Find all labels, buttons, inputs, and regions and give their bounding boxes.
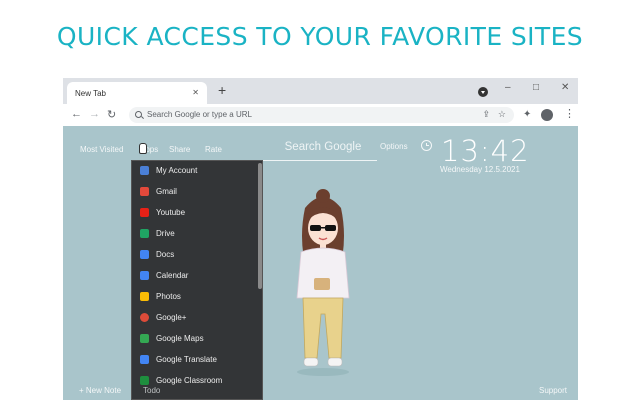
tab-new-tab[interactable]: New Tab ✕ [67, 82, 207, 104]
back-icon[interactable]: ← [71, 108, 82, 120]
rate-link[interactable]: Rate [205, 145, 222, 154]
app-label: Google Maps [156, 334, 204, 343]
app-my-account[interactable]: My Account [132, 161, 258, 181]
docs-icon [140, 250, 149, 259]
app-google-plus[interactable]: Google+ [132, 308, 258, 328]
app-calendar[interactable]: Calendar [132, 266, 258, 286]
app-label: Calendar [156, 271, 189, 280]
app-label: Youtube [156, 208, 186, 217]
todo-button[interactable]: Todo [143, 386, 160, 395]
new-tab-page: Most Visited Apps Share Rate Search Goog… [63, 126, 578, 400]
search-underline [263, 160, 377, 161]
profile-icon[interactable] [541, 109, 553, 121]
app-label: Google Classroom [156, 376, 223, 385]
address-bar-placeholder: Search Google or type a URL [147, 110, 252, 119]
drive-icon [140, 229, 149, 238]
search-icon [135, 111, 142, 118]
app-label: Google Translate [156, 355, 217, 364]
clock-icon[interactable] [421, 140, 432, 151]
new-note-button[interactable]: + New Note [79, 386, 121, 395]
app-google-maps[interactable]: Google Maps [132, 329, 258, 349]
app-label: Docs [156, 250, 175, 259]
tab-close-icon[interactable]: ✕ [192, 88, 199, 97]
forward-icon[interactable]: → [89, 108, 100, 120]
app-label: Gmail [156, 187, 177, 196]
share-link[interactable]: Share [169, 145, 190, 154]
google-plus-icon [140, 313, 149, 322]
address-bar[interactable]: Search Google or type a URL ⇪ ☆ [129, 107, 514, 123]
headline: QUICK ACCESS TO YOUR FAVORITE SITES [56, 22, 584, 51]
maximize-button[interactable]: □ [533, 82, 539, 93]
account-icon [140, 166, 149, 175]
tab-title: New Tab [75, 89, 106, 98]
calendar-icon [140, 271, 149, 280]
app-youtube[interactable]: Youtube [132, 203, 258, 223]
clock-date: Wednesday 12.5.2021 [440, 165, 520, 174]
more-icon[interactable]: ⋮ [564, 107, 575, 120]
browser-window: New Tab ✕ + – □ ✕ ← → ↻ Search Google or… [63, 78, 578, 400]
hand-cursor-icon [139, 143, 147, 154]
support-link[interactable]: Support [539, 386, 567, 395]
options-link[interactable]: Options [380, 142, 408, 151]
close-window-button[interactable]: ✕ [561, 82, 569, 93]
app-gmail[interactable]: Gmail [132, 182, 258, 202]
app-label: Google+ [156, 313, 187, 322]
tab-search-icon[interactable] [478, 87, 488, 97]
most-visited-link[interactable]: Most Visited [80, 145, 123, 154]
new-tab-button[interactable]: + [218, 82, 226, 98]
apps-dropdown: My Account Gmail Youtube Drive Docs Cale… [131, 160, 263, 400]
app-google-translate[interactable]: Google Translate [132, 350, 258, 370]
star-icon[interactable]: ☆ [498, 109, 506, 120]
app-drive[interactable]: Drive [132, 224, 258, 244]
app-label: Photos [156, 292, 181, 301]
app-label: Drive [156, 229, 175, 238]
gmail-icon [140, 187, 149, 196]
search-google-input[interactable]: Search Google [269, 141, 377, 153]
app-photos[interactable]: Photos [132, 287, 258, 307]
classroom-icon [140, 376, 149, 385]
translate-icon [140, 355, 149, 364]
share-icon[interactable]: ⇪ [482, 109, 490, 120]
youtube-icon [140, 208, 149, 217]
browser-toolbar: ← → ↻ Search Google or type a URL ⇪ ☆ ✦ … [63, 104, 578, 126]
extensions-icon[interactable]: ✦ [523, 109, 531, 120]
photos-icon [140, 292, 149, 301]
reload-icon[interactable]: ↻ [107, 108, 116, 121]
clock-time: 13:42 [441, 134, 530, 168]
maps-icon [140, 334, 149, 343]
anime-girl-illustration [296, 189, 350, 376]
dropdown-scrollbar[interactable] [258, 163, 262, 289]
minimize-button[interactable]: – [505, 82, 511, 93]
app-docs[interactable]: Docs [132, 245, 258, 265]
app-label: My Account [156, 166, 198, 175]
tab-strip: New Tab ✕ + – □ ✕ [63, 78, 578, 104]
